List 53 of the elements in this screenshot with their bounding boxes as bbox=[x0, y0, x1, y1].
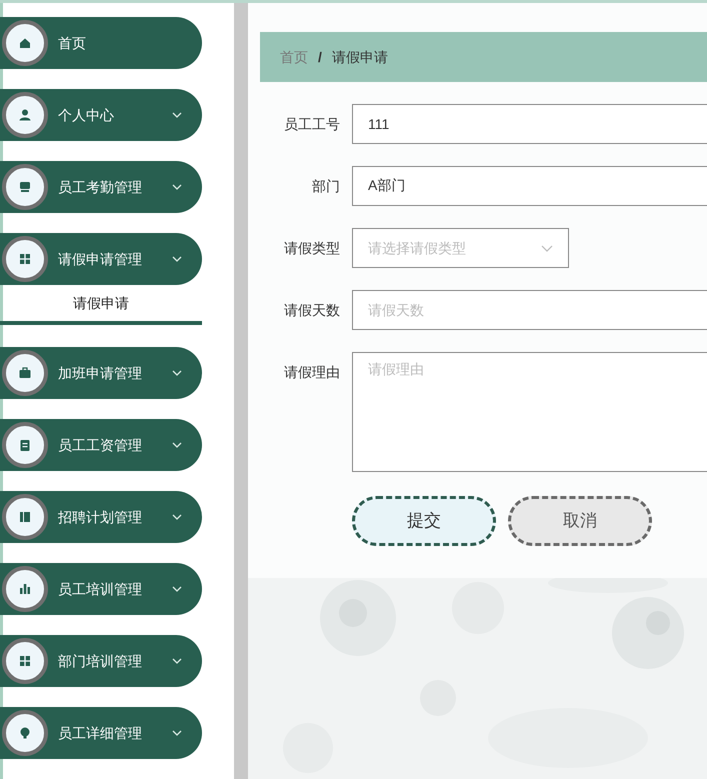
menu-label: 员工工资管理 bbox=[58, 436, 143, 454]
menu-item[interactable]: 员工工资管理 bbox=[0, 419, 202, 471]
submit-button[interactable]: 提交 bbox=[352, 496, 496, 546]
menu-label: 员工培训管理 bbox=[58, 580, 143, 598]
menu-label: 部门培训管理 bbox=[58, 652, 143, 670]
select-placeholder: 请选择请假类型 bbox=[368, 238, 467, 258]
menu-item[interactable]: 部门培训管理 bbox=[0, 635, 202, 687]
menu-item[interactable]: 员工详细管理 bbox=[0, 707, 202, 759]
briefcase-icon bbox=[17, 365, 33, 381]
monitor-icon bbox=[17, 179, 33, 195]
menu-label: 招聘计划管理 bbox=[58, 508, 143, 526]
field-label: 部门 bbox=[311, 177, 340, 196]
chevron-down-icon bbox=[172, 658, 182, 664]
menu-label: 首页 bbox=[58, 34, 87, 52]
textarea-field[interactable]: 请假理由 bbox=[352, 352, 707, 472]
field-label: 请假天数 bbox=[283, 301, 340, 320]
field-label: 请假类型 bbox=[283, 239, 340, 258]
chevron-down-icon bbox=[172, 370, 182, 376]
menu-item[interactable]: 加班申请管理 bbox=[0, 347, 202, 399]
menu-label: 请假申请管理 bbox=[58, 250, 143, 268]
person-icon bbox=[17, 107, 33, 123]
menu-item[interactable]: 个人中心 bbox=[0, 89, 202, 141]
cancel-button[interactable]: 取消 bbox=[508, 496, 652, 546]
grid-icon bbox=[17, 653, 33, 669]
book-icon bbox=[17, 509, 33, 525]
menu-item[interactable]: 员工培训管理 bbox=[0, 563, 202, 615]
menu-label: 员工详细管理 bbox=[58, 724, 143, 742]
menu-item[interactable]: 员工考勤管理 bbox=[0, 161, 202, 213]
scrollbar[interactable] bbox=[234, 3, 248, 779]
field-label: 员工工号 bbox=[283, 115, 340, 134]
bar-chart-icon bbox=[17, 581, 33, 597]
chevron-down-icon bbox=[172, 586, 182, 592]
menu-item[interactable]: 请假申请管理 bbox=[0, 233, 202, 285]
input-field[interactable]: 111 bbox=[352, 104, 707, 144]
chevron-down-icon bbox=[172, 442, 182, 448]
chevron-down-icon bbox=[172, 730, 182, 736]
submenu-item[interactable]: 请假申请 bbox=[0, 285, 202, 321]
breadcrumb-separator: / bbox=[318, 48, 322, 66]
menu-label: 员工考勤管理 bbox=[58, 178, 143, 196]
grid-icon bbox=[17, 251, 33, 267]
chevron-down-icon bbox=[172, 112, 182, 118]
menu-item[interactable]: 招聘计划管理 bbox=[0, 491, 202, 543]
input-field[interactable]: A部门 bbox=[352, 166, 707, 206]
field-label: 请假理由 bbox=[283, 363, 340, 382]
chevron-down-icon bbox=[541, 244, 553, 252]
chevron-down-icon bbox=[172, 256, 182, 262]
breadcrumb-current: 请假申请 bbox=[332, 48, 388, 66]
chevron-down-icon bbox=[172, 514, 182, 520]
menu-label: 个人中心 bbox=[58, 106, 115, 124]
menu-label: 加班申请管理 bbox=[58, 364, 143, 382]
chevron-down-icon bbox=[172, 184, 182, 190]
menu-item[interactable]: 首页 bbox=[0, 17, 202, 69]
input-field[interactable]: 请假天数 bbox=[352, 290, 707, 330]
